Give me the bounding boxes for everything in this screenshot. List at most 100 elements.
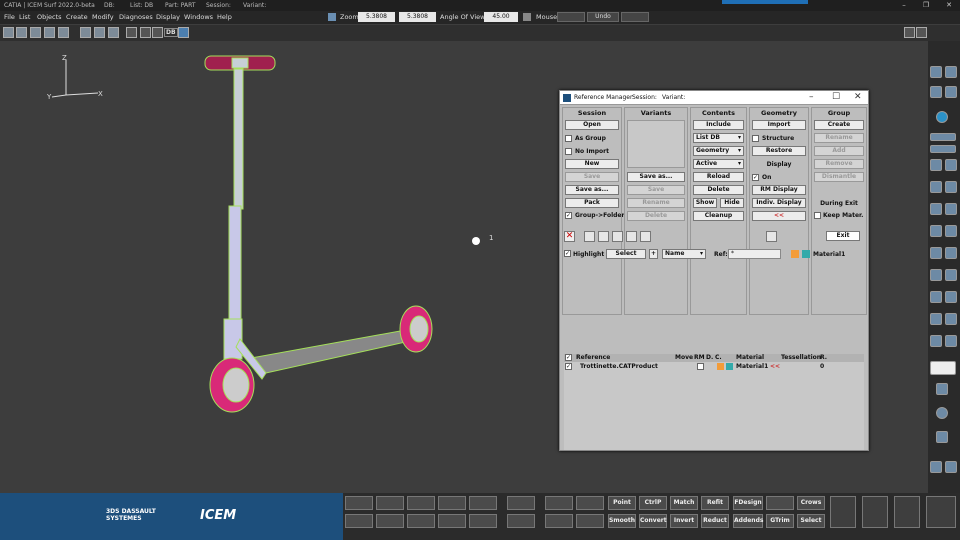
include-button[interactable]: Include [693, 120, 744, 130]
zoom-field-1[interactable]: 5.3808 [358, 12, 395, 22]
indiv-display-button[interactable]: Indiv. Display [752, 198, 806, 208]
point-marker[interactable] [472, 237, 480, 245]
curve-icon[interactable] [376, 496, 404, 510]
cut-icon[interactable] [126, 27, 137, 38]
geometry-select[interactable]: Geometry [693, 146, 744, 156]
reload-button[interactable]: Reload [693, 172, 744, 182]
invert-button[interactable]: Invert [670, 514, 698, 528]
as-group-checkbox[interactable] [565, 135, 572, 142]
collapse-button[interactable]: << [752, 211, 806, 221]
blank-tool-1[interactable] [545, 496, 573, 510]
menu-file[interactable]: File [4, 11, 15, 24]
tree-icon[interactable] [612, 231, 623, 242]
smooth-button[interactable]: Smooth [608, 514, 636, 528]
tool-icon-7[interactable] [930, 225, 942, 237]
surface-icon[interactable] [345, 496, 373, 510]
tool-icon-5[interactable] [930, 203, 942, 215]
show-button[interactable]: Show [693, 198, 717, 208]
tool-icon-2[interactable] [945, 159, 957, 171]
group-dismantle-button[interactable]: Dismantle [814, 172, 864, 182]
row-checkbox[interactable]: ✓ [565, 363, 572, 370]
panel-toggle-icon[interactable] [904, 27, 915, 38]
plane-selector[interactable] [930, 133, 956, 141]
tool-icon-1[interactable] [930, 159, 942, 171]
undo-icon[interactable] [80, 27, 91, 38]
new-button[interactable]: New [565, 159, 619, 169]
table-row[interactable]: ✓ Trottinette.CATProduct Material1 << 0 [564, 362, 864, 371]
print-icon[interactable] [58, 27, 69, 38]
align-icon[interactable] [376, 514, 404, 528]
info-icon[interactable] [584, 231, 595, 242]
variant-delete-button[interactable]: Delete [627, 211, 685, 221]
mouse-field[interactable] [557, 12, 585, 22]
reduct-button[interactable]: Reduct [701, 514, 729, 528]
menu-create[interactable]: Create [66, 11, 88, 24]
point-button[interactable]: Point [608, 496, 636, 510]
blank-tool-2[interactable] [576, 496, 604, 510]
group-create-button[interactable]: Create [814, 120, 864, 130]
tool-icon-11[interactable] [930, 269, 942, 281]
tool-icon-9[interactable] [930, 247, 942, 259]
delete-icon[interactable] [152, 27, 163, 38]
rm-display-button[interactable]: RM Display [752, 185, 806, 195]
minimize-icon[interactable]: – [893, 0, 915, 11]
select-button[interactable]: Select [606, 249, 646, 259]
restore-button[interactable]: Restore [752, 146, 806, 156]
eye-icon[interactable] [407, 496, 435, 510]
layer-icon[interactable] [345, 514, 373, 528]
pan-icon[interactable] [894, 496, 920, 528]
group-add-button[interactable]: Add [814, 146, 864, 156]
open-button[interactable]: Open [565, 120, 619, 130]
menu-list[interactable]: List [19, 11, 30, 24]
row-arrow[interactable]: << [770, 363, 780, 370]
view-icon[interactable] [930, 66, 942, 78]
material-color-swatch[interactable] [791, 250, 799, 258]
group-folder-checkbox[interactable]: ✓ [565, 212, 572, 219]
grid-icon[interactable] [438, 496, 466, 510]
new-file-icon[interactable] [3, 27, 14, 38]
window-icon[interactable] [916, 27, 927, 38]
blank-tool-4[interactable] [576, 514, 604, 528]
group-remove-button[interactable]: Remove [814, 159, 864, 169]
redo-field[interactable] [621, 12, 649, 22]
import-button[interactable]: Import [752, 120, 806, 130]
clip-icon[interactable] [438, 514, 466, 528]
left-icon[interactable] [640, 231, 651, 242]
up-icon[interactable] [626, 231, 637, 242]
keep-mater-checkbox[interactable] [814, 212, 821, 219]
variant-save-as-button[interactable]: Save as... [627, 172, 685, 182]
zoom-field-2[interactable]: 5.3808 [399, 12, 436, 22]
undo-button[interactable]: Undo [587, 12, 619, 22]
addends-button[interactable]: Addends [733, 514, 763, 528]
ctrlp-button[interactable]: CtrlP [639, 496, 667, 510]
redo-icon[interactable] [94, 27, 105, 38]
save-as-button[interactable]: Save as... [565, 185, 619, 195]
list-icon[interactable] [598, 231, 609, 242]
row-color-swatch[interactable] [717, 363, 724, 370]
tool-icon-16[interactable] [945, 313, 957, 325]
blank-tool-5[interactable] [766, 496, 794, 510]
paste-icon[interactable] [140, 27, 151, 38]
measure-icon[interactable] [407, 514, 435, 528]
open-file-icon[interactable] [16, 27, 27, 38]
db-button[interactable]: DB [164, 28, 178, 37]
tool-icon-21[interactable] [936, 407, 948, 419]
active-select[interactable]: Active [693, 159, 744, 169]
save-as-icon[interactable] [44, 27, 55, 38]
angle-field[interactable]: 45.00 [484, 12, 518, 22]
tool-icon-12[interactable] [945, 269, 957, 281]
frame-icon[interactable] [469, 496, 497, 510]
match-button[interactable]: Match [670, 496, 698, 510]
group-rename-button[interactable]: Rename [814, 133, 864, 143]
menu-windows[interactable]: Windows [184, 11, 213, 24]
plus-button[interactable]: + [649, 249, 658, 259]
row-rm-checkbox[interactable] [697, 363, 704, 370]
view-icon-2[interactable] [945, 66, 957, 78]
tool-icon-14[interactable] [945, 291, 957, 303]
tool-icon-8[interactable] [945, 225, 957, 237]
gtrim-button[interactable]: GTrim [766, 514, 794, 528]
select-tool-button[interactable]: Select [797, 514, 825, 528]
table-icon[interactable] [469, 514, 497, 528]
tool-icon-17[interactable] [930, 335, 942, 347]
table-select-all-checkbox[interactable]: ✓ [565, 354, 572, 361]
